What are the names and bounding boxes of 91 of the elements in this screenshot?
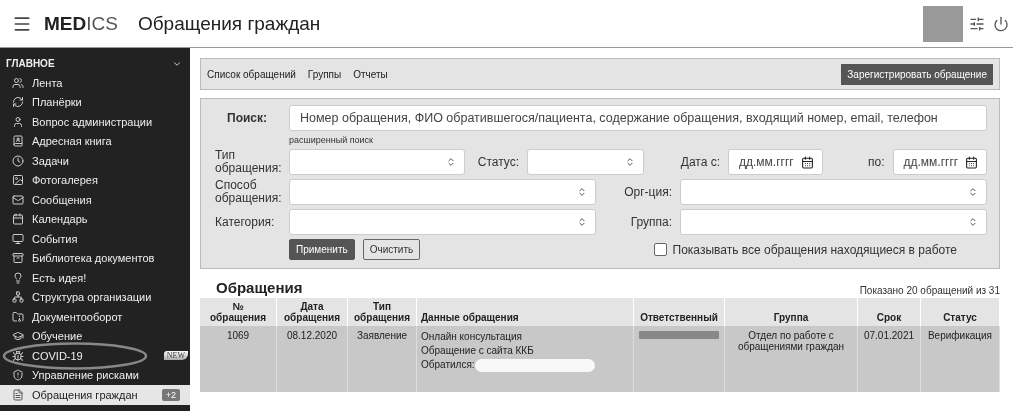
column-header: Тип обращения [347, 298, 417, 326]
people-icon [12, 76, 24, 89]
search-field[interactable]: Номер обращения, ФИО обратившегося/пациента, содержание обращения, входящий номер, email, телефон [289, 105, 987, 131]
envelope-icon [12, 193, 24, 206]
nav-tab[interactable]: Отчеты [353, 68, 388, 80]
checkbox-label[interactable]: Показывать все обращения находящиеся в работе [672, 242, 957, 257]
sidebar-item[interactable]: Календарь [0, 209, 190, 229]
column-header: Ответственный [633, 298, 725, 326]
sidebar-item[interactable]: Управление рисками [0, 365, 190, 385]
archive-icon [12, 252, 24, 265]
select-arrows-icon [968, 187, 978, 197]
power-icon[interactable] [993, 15, 1009, 32]
refresh-icon [12, 96, 24, 109]
field-label: Дата с: [679, 155, 721, 169]
table-cell: 07.01.2021 [857, 326, 921, 392]
sidebar-item[interactable]: COVID-19 NEW [0, 346, 190, 366]
select-arrows-icon [446, 157, 456, 167]
folder-icon [12, 310, 24, 323]
table-cell: Обратился: [421, 358, 475, 372]
new-badge: NEW [163, 351, 188, 361]
apply-button[interactable]: Применить [289, 239, 355, 260]
shield-icon [12, 369, 24, 382]
sidebar-item[interactable]: Адресная книга [0, 131, 190, 151]
result-count: Показано 20 обращений из 31 [859, 285, 1000, 296]
page-title: Обращения граждан [137, 12, 322, 35]
graduation-cap-icon [12, 330, 24, 343]
image-icon [12, 174, 24, 187]
virus-icon [12, 349, 24, 362]
date-field[interactable]: дд.мм.гггг [728, 149, 823, 175]
sidebar-item[interactable]: Фотогалерея [0, 170, 190, 190]
table-cell: 08.12.2020 [276, 326, 348, 392]
field-label: Способ обращения: [215, 179, 283, 205]
sidebar-item[interactable]: Есть идея! [0, 268, 190, 288]
column-header: Статус [920, 298, 1000, 326]
checkbox[interactable] [653, 243, 667, 256]
table-cell: Онлайн консультация [421, 330, 522, 344]
sidebar-item[interactable]: События [0, 229, 190, 249]
table-cell: Заявление [347, 326, 417, 392]
field-label: Орг-ция: [623, 185, 673, 199]
count-badge: +2 [161, 388, 180, 401]
monitor-icon [12, 232, 24, 245]
settings-icon[interactable] [969, 15, 985, 32]
calendar-icon[interactable] [800, 155, 814, 169]
sidebar-item[interactable]: Задачи [0, 151, 190, 171]
select-arrows-icon [577, 187, 587, 197]
sidebar-item[interactable]: Сообщения [0, 190, 190, 210]
field-label: Группа: [629, 215, 673, 229]
sidebar-item[interactable]: Документооборот [0, 307, 190, 327]
date-field[interactable]: дд.мм.гггг [892, 149, 987, 175]
select-arrows-icon [968, 217, 978, 227]
sidebar-item[interactable]: Вопрос администрации [0, 112, 190, 132]
nav-tab[interactable]: Список обращений [207, 68, 296, 80]
sidebar-item[interactable]: Библиотека документов [0, 248, 190, 268]
person-icon [12, 115, 24, 128]
select-arrows-icon [577, 217, 587, 227]
sidebar-item[interactable]: Планёрки [0, 92, 190, 112]
table-cell: 1069 [200, 326, 277, 392]
advanced-search-link[interactable]: расширенный поиск [289, 135, 987, 145]
brand-logo[interactable]: MEDICS [44, 12, 118, 35]
nav-tab[interactable]: Группы [307, 68, 342, 80]
table-row[interactable]: 1069 08.12.2020 Заявление Онлайн консультация Обращение с сайта ККБ Обратился: Отдел по работе с обращениями граждан 07.01.2021 Верификация [200, 326, 1000, 392]
field-label: Статус: [476, 155, 520, 169]
field-label: Категория: [215, 215, 276, 229]
calendar-icon[interactable] [965, 155, 978, 169]
field-label: Тип обращения: [215, 149, 283, 175]
column-header: Дата обращения [276, 298, 348, 326]
column-header: Группа [724, 298, 858, 326]
register-button[interactable]: Зарегистрировать обращение [841, 63, 993, 85]
search-label: Поиск: [226, 111, 268, 125]
address-book-icon [12, 135, 24, 148]
clock-icon [12, 154, 24, 167]
clear-button[interactable]: Очистить [362, 239, 421, 260]
sidebar-item[interactable]: Обучение [0, 326, 190, 346]
table-cell: Верификация [920, 326, 1000, 392]
table-cell: Обращение с сайта ККБ [421, 344, 534, 358]
table-cell: Отдел по работе с обращениями граждан [724, 326, 858, 392]
field-label: по: [867, 155, 886, 169]
table-title: Обращения [216, 279, 303, 296]
column-header: № обращения [200, 298, 277, 326]
calendar-icon [12, 213, 24, 226]
column-header: Срок [857, 298, 921, 326]
org-chart-icon [12, 291, 24, 304]
sidebar-item[interactable]: Лента [0, 73, 190, 93]
sidebar-item[interactable]: Структура организации [0, 287, 190, 307]
section-title[interactable]: ГЛАВНОЕ [6, 58, 55, 69]
avatar[interactable] [923, 5, 963, 42]
select-arrows-icon [625, 157, 635, 167]
column-header: Данные обращения [416, 298, 634, 326]
sidebar-item[interactable]: Обращения граждан +2 [0, 385, 190, 405]
document-icon [12, 388, 24, 401]
lightbulb-icon [12, 271, 24, 284]
